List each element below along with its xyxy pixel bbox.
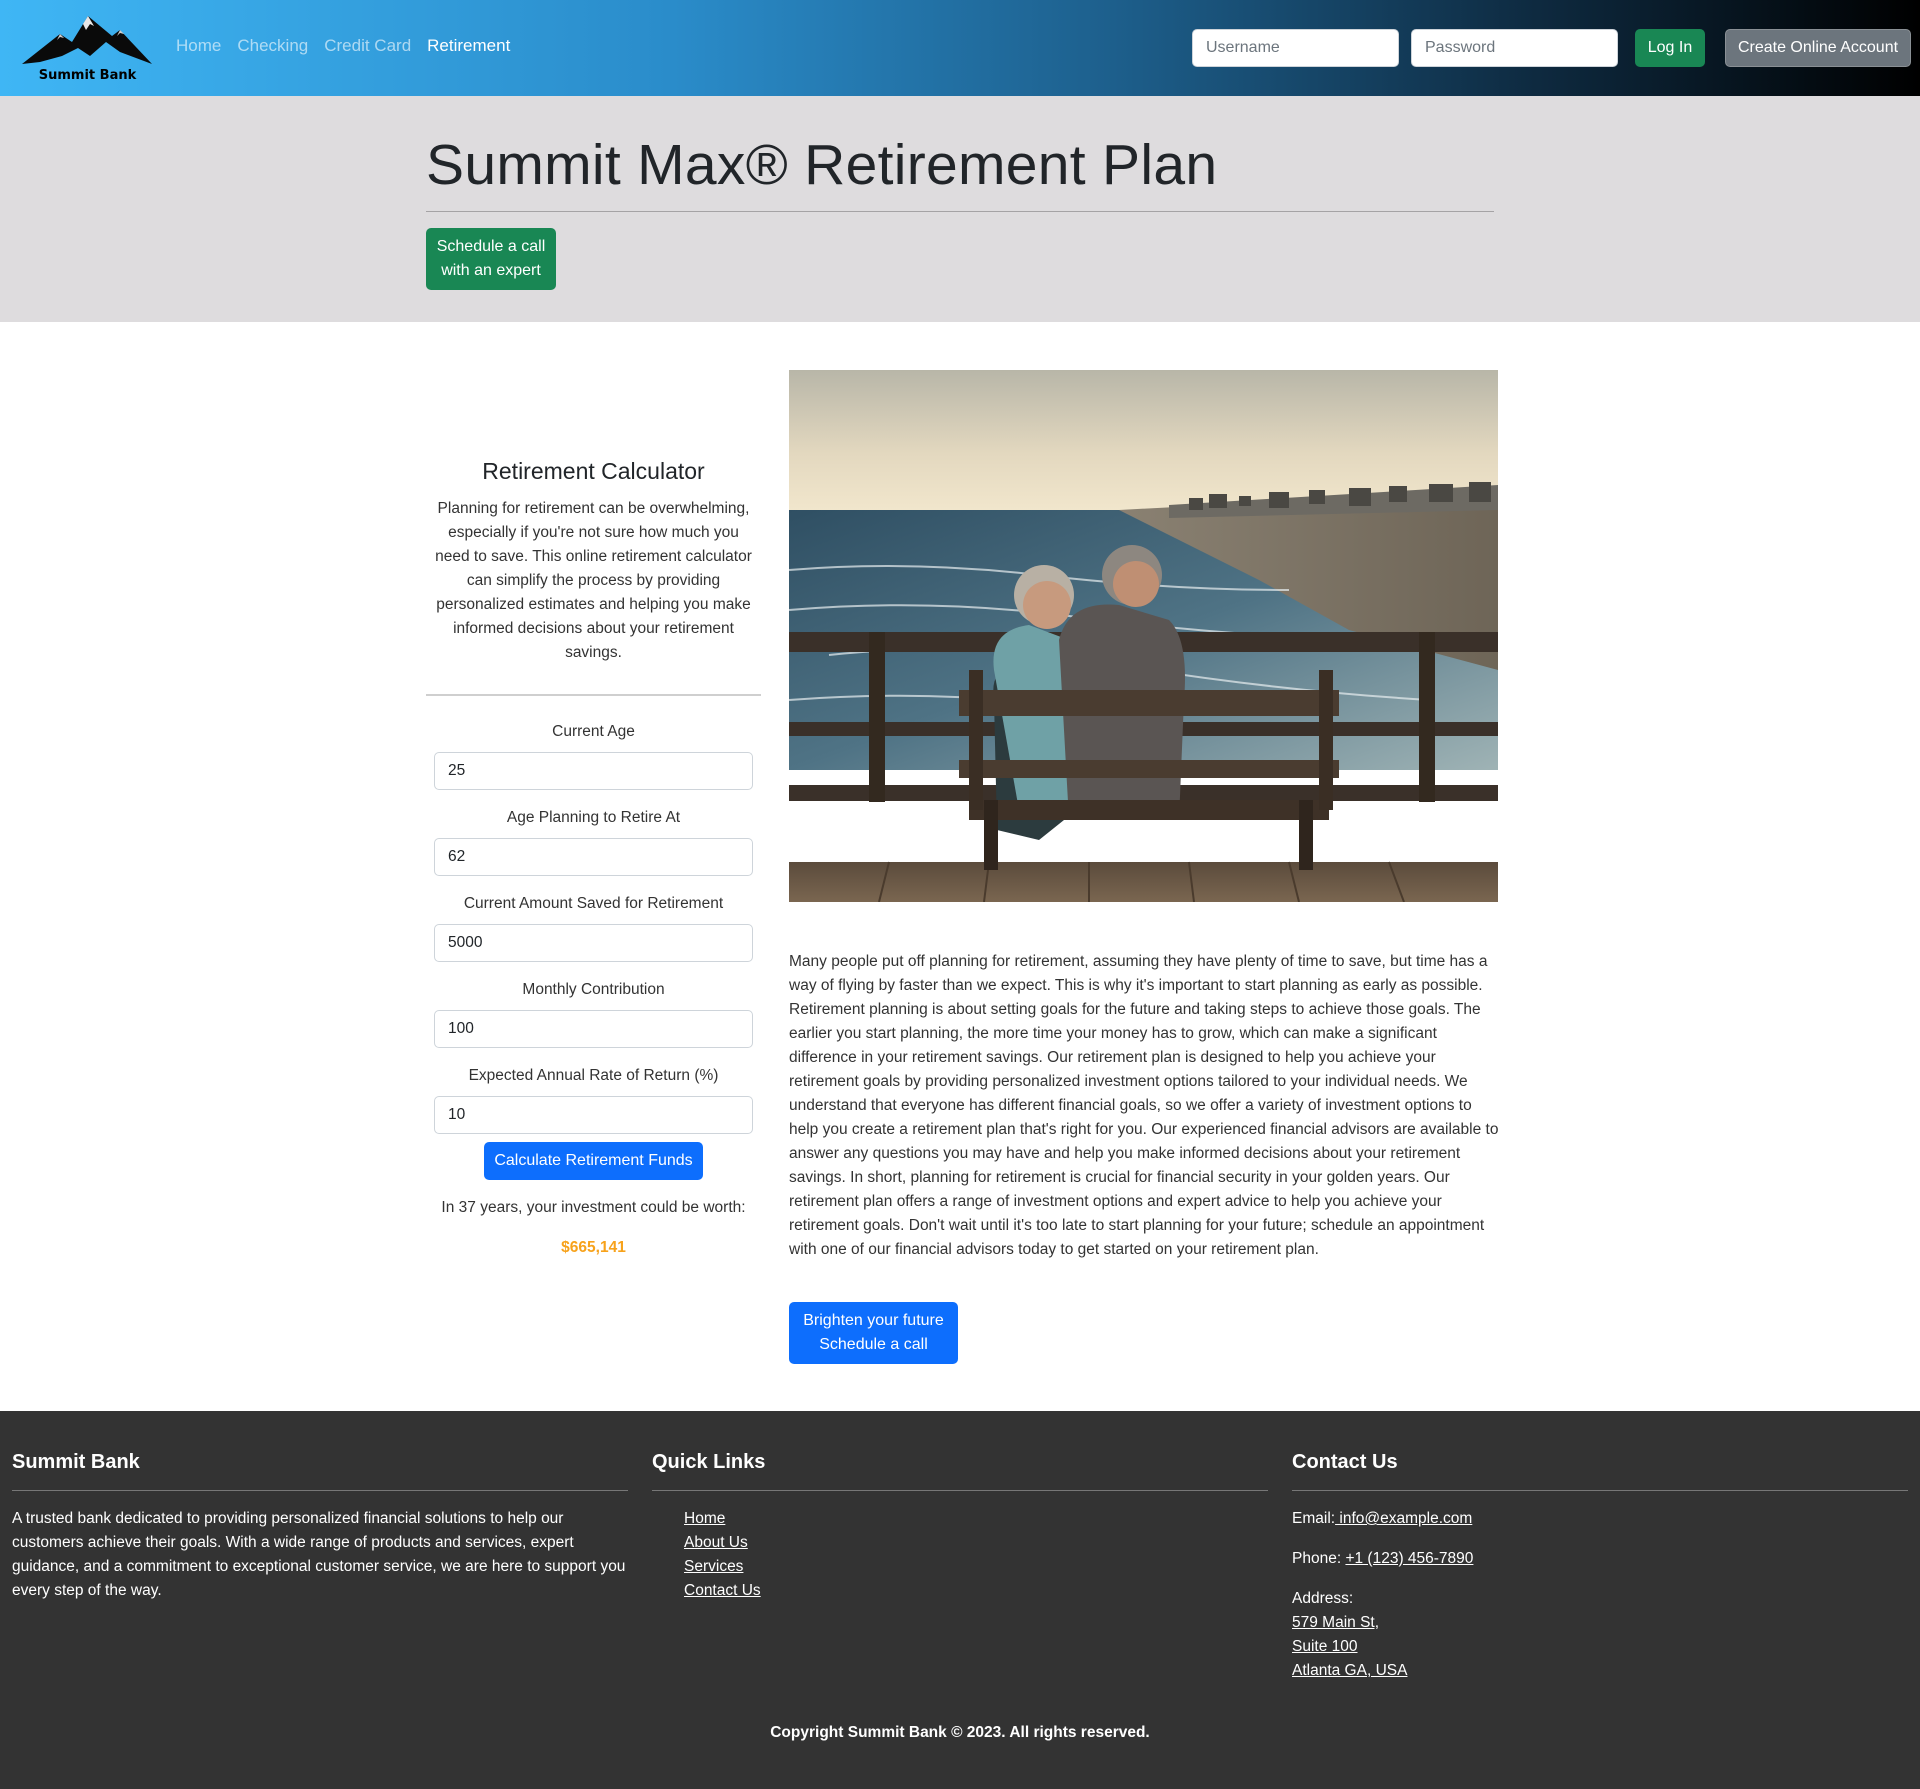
calculate-button[interactable]: Calculate Retirement Funds	[484, 1142, 703, 1180]
address-line-1[interactable]: 579 Main St,	[1292, 1614, 1379, 1631]
hero-divider	[426, 211, 1494, 212]
retire-age-input[interactable]	[434, 838, 753, 876]
brighten-future-line1: Brighten your future	[803, 1312, 944, 1329]
copyright-text: Copyright Summit Bank © 2023. All rights…	[770, 1724, 1150, 1741]
create-account-button[interactable]: Create Online Account	[1725, 29, 1911, 67]
footer-contact-divider	[1292, 1490, 1908, 1491]
footer-link-item: Services	[684, 1555, 1268, 1579]
footer-about-divider	[12, 1490, 628, 1491]
top-navbar: Summit Bank Home Checking Credit Card Re…	[0, 0, 1920, 96]
current-age-input[interactable]	[434, 752, 753, 790]
current-savings-label: Current Amount Saved for Retirement	[463, 895, 724, 912]
brand-logo[interactable]: Summit Bank	[20, 12, 155, 84]
footer-contact-heading: Contact Us	[1292, 1451, 1398, 1473]
footer-contact: Contact Us Email: info@example.com Phone…	[1292, 1451, 1908, 1683]
nav-link-credit-card[interactable]: Credit Card	[324, 36, 411, 56]
footer-link-home[interactable]: Home	[684, 1510, 725, 1527]
schedule-call-line2: with an expert	[441, 262, 541, 279]
rate-of-return-input[interactable]	[434, 1096, 753, 1134]
password-input[interactable]	[1411, 29, 1618, 67]
current-age-label: Current Age	[552, 723, 635, 740]
phone-label: Phone:	[1292, 1550, 1346, 1567]
footer-link-services[interactable]: Services	[684, 1558, 743, 1575]
monthly-contribution-label: Monthly Contribution	[522, 981, 665, 998]
footer-link-about[interactable]: About Us	[684, 1534, 748, 1551]
brand-name: Summit Bank	[38, 68, 137, 83]
calculator-title: Retirement Calculator	[482, 458, 705, 484]
beach-bench-image	[789, 370, 1498, 902]
footer-links-list: Home About Us Services Contact Us	[652, 1507, 1268, 1603]
retirement-couple-photo	[789, 370, 1498, 902]
calculator-divider	[426, 694, 761, 696]
footer-about: Summit Bank A trusted bank dedicated to …	[12, 1451, 628, 1603]
monthly-contribution-input[interactable]	[434, 1010, 753, 1048]
hero-section: Summit Max® Retirement Plan Schedule a c…	[0, 96, 1920, 322]
address-label: Address:	[1292, 1590, 1354, 1607]
brighten-future-line2: Schedule a call	[819, 1336, 928, 1353]
schedule-call-button[interactable]: Schedule a call with an expert	[426, 228, 556, 290]
schedule-call-line1: Schedule a call	[436, 238, 546, 255]
footer-link-contact[interactable]: Contact Us	[684, 1582, 761, 1599]
footer-email-line: Email: info@example.com	[1292, 1507, 1908, 1531]
login-button[interactable]: Log In	[1635, 29, 1705, 67]
footer-address-block: Address: 579 Main St, Suite 100 Atlanta …	[1292, 1587, 1908, 1683]
result-value: $665,141	[561, 1239, 626, 1256]
footer-link-item: About Us	[684, 1531, 1268, 1555]
footer-links-heading: Quick Links	[652, 1451, 766, 1473]
retire-age-label: Age Planning to Retire At	[506, 809, 681, 826]
retirement-body-text: Many people put off planning for retirem…	[789, 953, 1499, 1258]
nav-link-checking[interactable]: Checking	[237, 36, 308, 56]
address-line-2[interactable]: Suite 100	[1292, 1638, 1358, 1655]
nav-links: Home Checking Credit Card Retirement	[176, 36, 510, 56]
mountain-logo-icon	[22, 16, 152, 64]
brighten-future-button[interactable]: Brighten your future Schedule a call	[789, 1302, 958, 1364]
current-savings-input[interactable]	[434, 924, 753, 962]
email-label: Email:	[1292, 1510, 1336, 1527]
footer-phone-line: Phone: +1 (123) 456-7890	[1292, 1547, 1908, 1571]
calculator-description: Planning for retirement can be overwhelm…	[435, 500, 752, 661]
phone-link[interactable]: +1 (123) 456-7890	[1345, 1550, 1473, 1567]
email-link[interactable]: info@example.com	[1335, 1510, 1472, 1527]
nav-link-home[interactable]: Home	[176, 36, 221, 56]
username-input[interactable]	[1192, 29, 1399, 67]
footer-links-divider	[652, 1490, 1268, 1491]
result-text: In 37 years, your investment could be wo…	[441, 1199, 746, 1216]
footer-link-item: Contact Us	[684, 1579, 1268, 1603]
site-footer: Summit Bank A trusted bank dedicated to …	[0, 1411, 1920, 1789]
address-line-3[interactable]: Atlanta GA, USA	[1292, 1662, 1407, 1679]
nav-link-retirement[interactable]: Retirement	[427, 36, 510, 56]
footer-about-heading: Summit Bank	[12, 1451, 140, 1473]
rate-of-return-label: Expected Annual Rate of Return (%)	[468, 1067, 719, 1084]
footer-about-text: A trusted bank dedicated to providing pe…	[12, 1510, 626, 1599]
footer-link-item: Home	[684, 1507, 1268, 1531]
page-title: Summit Max® Retirement Plan	[426, 133, 1218, 197]
footer-quick-links: Quick Links Home About Us Services Conta…	[652, 1451, 1268, 1603]
